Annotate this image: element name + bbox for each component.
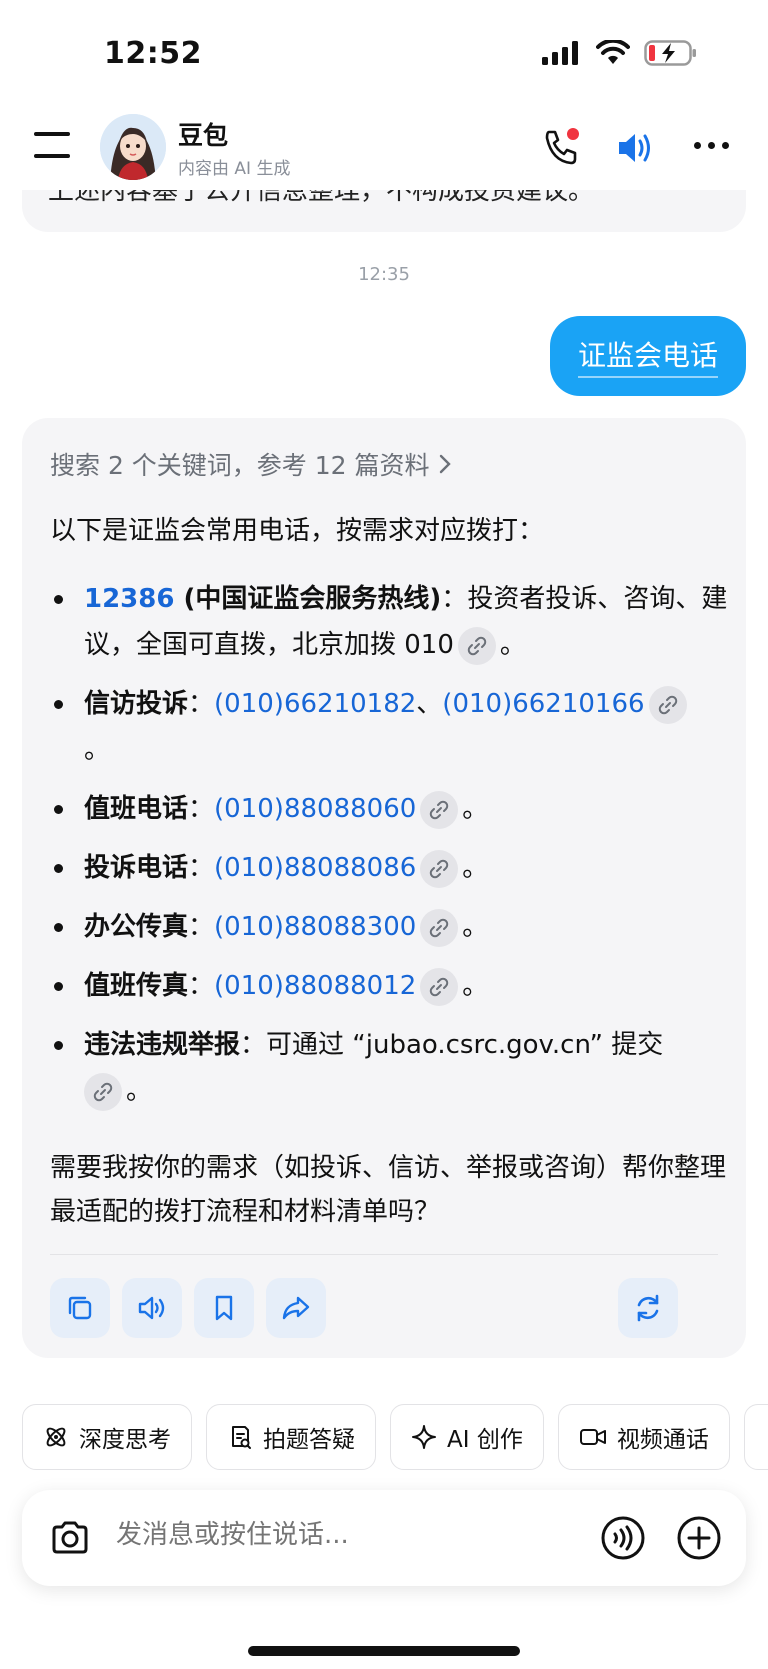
wifi-icon	[596, 40, 630, 64]
answer-closing: 需要我按你的需求（如投诉、信访、举报或咨询）帮你整理最适配的拨打流程和材料清单吗…	[50, 1153, 727, 1227]
item-label: (中国证监会服务热线)	[174, 584, 442, 614]
item-label: 办公传真	[84, 912, 189, 942]
item-label: 信访投诉	[84, 689, 189, 719]
list-item: 值班传真：(010)88088012。	[50, 963, 740, 1009]
bullet	[54, 923, 63, 932]
phone-link[interactable]: (010)66210182	[214, 689, 416, 719]
avatar[interactable]	[100, 114, 166, 180]
chevron-right-icon	[439, 454, 451, 474]
quick-action-chips: 深度思考 拍题答疑 AI 创作 视频通话	[22, 1404, 768, 1470]
item-label: 违法违规举报	[84, 1030, 241, 1060]
menu-icon[interactable]	[34, 132, 70, 160]
message-timestamp: 12:35	[358, 264, 410, 285]
search-references-link[interactable]: 搜索 2 个关键词，参考 12 篇资料	[50, 446, 452, 482]
link-icon[interactable]	[648, 685, 687, 724]
message-input-bar	[22, 1490, 746, 1586]
regenerate-button[interactable]	[618, 1278, 678, 1338]
link-icon[interactable]	[457, 626, 496, 665]
item-label: 值班传真	[84, 971, 189, 1001]
camera-icon[interactable]	[48, 1516, 92, 1560]
bullet	[54, 1041, 63, 1050]
chip-label: AI 创作	[447, 1427, 523, 1453]
chat-header: 豆包 内容由 AI 生成	[0, 100, 768, 190]
phone-link[interactable]: (010)88088060	[214, 794, 416, 824]
chip-video-call[interactable]: 视频通话	[557, 1404, 730, 1470]
ai-generated-label: 内容由 AI 生成	[178, 159, 291, 179]
search-references-text: 搜索 2 个关键词，参考 12 篇资料	[50, 451, 430, 480]
home-indicator	[248, 1646, 520, 1656]
read-aloud-button[interactable]	[122, 1278, 182, 1338]
bot-avatar-image	[100, 114, 166, 180]
bookmark-button[interactable]	[194, 1278, 254, 1338]
chat-screen: 12:52 上述内容基于公开信息整理，不构成投资建议。 豆包 内容由 AI 生成…	[0, 0, 768, 1669]
phone-link[interactable]: (010)88088012	[214, 971, 416, 1001]
sparkle-icon	[412, 1425, 436, 1449]
chip-ai-create[interactable]: AI 创作	[390, 1404, 544, 1470]
bullet	[54, 805, 63, 814]
link-icon[interactable]	[84, 1072, 122, 1111]
bullet	[54, 864, 63, 873]
phone-link[interactable]: (010)88088086	[214, 853, 416, 883]
user-message-bubble[interactable]: 证监会电话	[549, 316, 746, 396]
assistant-answer-card: 搜索 2 个关键词，参考 12 篇资料 以下是证监会常用电话，按需求对应拨打： …	[22, 418, 746, 1358]
message-input[interactable]	[116, 1520, 536, 1550]
bullet	[54, 982, 63, 991]
item-label: 值班电话	[84, 794, 189, 824]
bot-name: 豆包	[178, 121, 229, 150]
divider	[50, 1254, 718, 1255]
battery-charging-icon	[644, 40, 696, 66]
link-icon[interactable]	[420, 908, 459, 947]
list-item: 违法违规举报：可通过 “jubao.csrc.gov.cn” 提交。	[50, 1022, 740, 1114]
chip-deep-thinking[interactable]: 深度思考	[22, 1404, 192, 1470]
regenerate-icon	[637, 1294, 659, 1322]
status-icons	[542, 40, 698, 66]
video-icon	[579, 1429, 606, 1445]
item-desc: 可通过 “jubao.csrc.gov.cn” 提交	[266, 1030, 664, 1060]
read-aloud-icon	[138, 1296, 165, 1320]
cellular-signal-icon	[542, 41, 578, 65]
phone-call-icon[interactable]	[540, 126, 584, 170]
phone-link-12386[interactable]: 12386	[84, 584, 174, 614]
phone-link[interactable]: (010)88088300	[214, 912, 416, 942]
plus-icon[interactable]	[676, 1515, 722, 1561]
list-item: 信访投诉：(010)66210182、(010)66210166。	[50, 681, 740, 773]
copy-icon	[68, 1296, 92, 1320]
copy-button[interactable]	[50, 1278, 110, 1338]
voice-input-icon[interactable]	[600, 1515, 646, 1561]
more-icon[interactable]	[694, 142, 729, 149]
share-icon	[282, 1296, 310, 1320]
list-item: 值班电话：(010)88088060。	[50, 786, 740, 832]
bookmark-icon	[215, 1295, 233, 1321]
phone-link[interactable]: (010)66210166	[442, 689, 644, 719]
link-icon[interactable]	[420, 967, 459, 1006]
chip-label: 拍题答疑	[263, 1427, 355, 1453]
user-message-text: 证监会电话	[577, 334, 718, 378]
list-item: 12386 (中国证监会服务热线)：投资者投诉、咨询、建议，全国可直拨，北京加拨…	[50, 576, 740, 668]
bullet	[54, 595, 63, 604]
item-label: 投诉电话	[84, 853, 189, 883]
chip-label: 视频通话	[616, 1427, 709, 1453]
speaker-icon[interactable]	[614, 126, 658, 170]
phone-list: 12386 (中国证监会服务热线)：投资者投诉、咨询、建议，全国可直拨，北京加拨…	[50, 576, 740, 1127]
chip-more[interactable]	[743, 1404, 768, 1470]
list-item: 投诉电话：(010)88088086。	[50, 845, 740, 891]
status-time: 12:52	[104, 36, 202, 71]
answer-intro: 以下是证监会常用电话，按需求对应拨打：	[50, 516, 545, 546]
share-button[interactable]	[266, 1278, 326, 1338]
list-item: 办公传真：(010)88088300。	[50, 904, 740, 950]
bullet	[54, 700, 63, 709]
link-icon[interactable]	[420, 790, 459, 829]
chip-label: 深度思考	[79, 1427, 171, 1453]
link-icon[interactable]	[420, 849, 459, 888]
scan-question-icon	[232, 1426, 251, 1449]
chip-photo-question[interactable]: 拍题答疑	[206, 1404, 376, 1470]
atom-icon	[46, 1427, 66, 1447]
